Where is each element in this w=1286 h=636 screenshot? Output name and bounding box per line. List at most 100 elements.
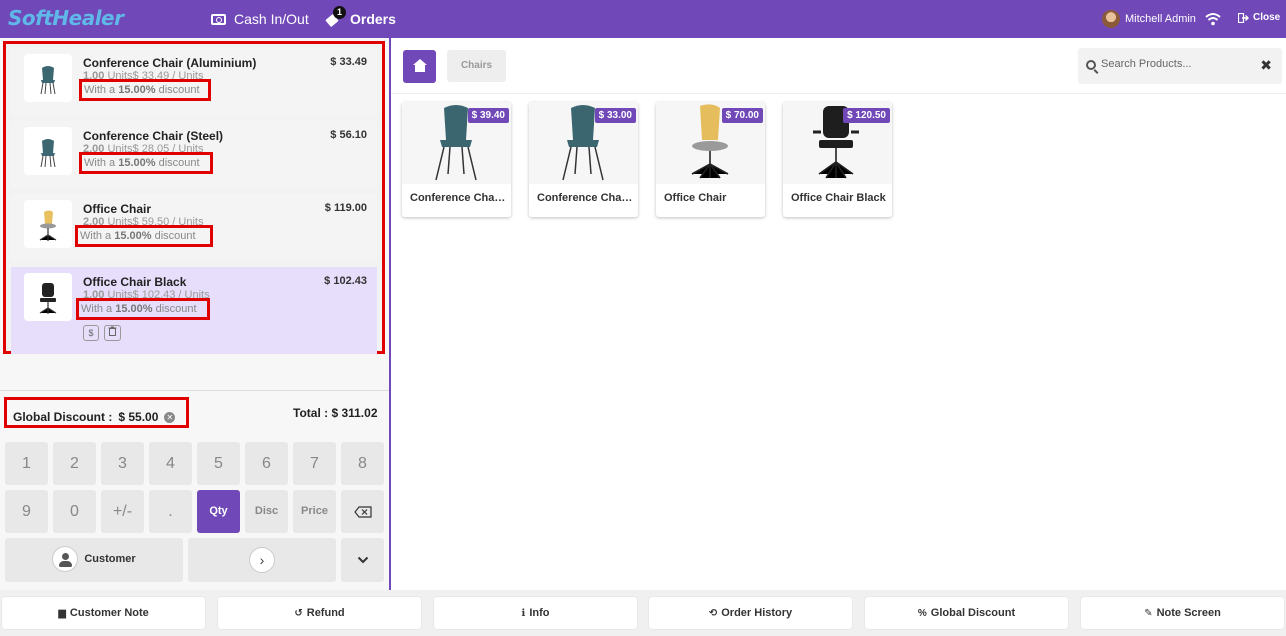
product-name: Office Chair (664, 192, 727, 204)
line-discount: With a 15.00% discount (79, 152, 213, 174)
line-price-button[interactable]: $ (83, 325, 99, 341)
numpad-key-3[interactable]: 3 (101, 442, 144, 485)
global-discount-display: Global Discount : $ 55.00 ✕ (4, 397, 189, 428)
numpad-key-plus-minus[interactable]: +/- (101, 490, 144, 533)
mode-qty-button[interactable]: Qty (197, 490, 240, 533)
close-label: Close (1253, 12, 1281, 23)
line-price: $ 56.10 (330, 129, 367, 141)
close-button[interactable]: Close (1238, 12, 1280, 23)
product-card[interactable]: $ 39.40 Conference Chair (Aluminium) (402, 102, 511, 217)
numpad-key-8[interactable]: 8 (341, 442, 384, 485)
wifi-icon (1205, 13, 1221, 26)
customer-note-button[interactable]: ▆ Customer Note (2, 597, 205, 629)
product-thumbnail (24, 273, 72, 321)
line-product-name: Conference Chair (Steel) (83, 129, 224, 143)
order-total: Total : $ 311.02 (293, 406, 378, 420)
line-discount: With a 15.00% discount (76, 298, 210, 320)
chevron-down-icon (357, 557, 368, 564)
cash-in-out-button[interactable]: Cash In/Out (211, 11, 309, 27)
numpad-key-7[interactable]: 7 (293, 442, 336, 485)
product-card[interactable]: $ 70.00 Office Chair (656, 102, 765, 217)
clear-search-icon[interactable]: ✖ (1260, 57, 1272, 74)
numpad-key-2[interactable]: 2 (53, 442, 96, 485)
order-line[interactable]: Conference Chair (Aluminium) $ 33.49 1.0… (11, 48, 377, 115)
product-price-tag: $ 70.00 (721, 108, 763, 123)
order-line[interactable]: Office Chair $ 119.00 2.00 Units$ 59.50 … (11, 194, 377, 261)
global-discount-button[interactable]: % Global Discount (865, 597, 1068, 629)
order-line[interactable]: Conference Chair (Steel) $ 56.10 2.00 Un… (11, 121, 377, 188)
line-delete-button[interactable] (104, 325, 121, 341)
order-line-selected[interactable]: Office Chair Black $ 102.43 1.00 Units$ … (11, 267, 377, 354)
backspace-button[interactable] (341, 490, 384, 533)
next-button[interactable]: › (188, 538, 336, 582)
line-price: $ 33.49 (330, 56, 367, 68)
cash-in-out-label: Cash In/Out (234, 11, 309, 27)
product-name: Conference Chair (Steel) (537, 192, 633, 204)
user-menu[interactable]: Mitchell Admin (1102, 10, 1196, 28)
sign-out-icon (1238, 12, 1249, 23)
line-price: $ 102.43 (324, 275, 367, 287)
info-button[interactable]: ℹ Info (434, 597, 637, 629)
product-thumbnail (24, 127, 72, 175)
product-screen: Chairs ✖ $ 39.40 Conference Chair (Alumi… (391, 38, 1286, 590)
edit-icon: ✎ (1144, 608, 1153, 619)
category-chairs-button[interactable]: Chairs (447, 50, 506, 82)
numpad-key-4[interactable]: 4 (149, 442, 192, 485)
top-bar: SoftHealer Cash In/Out 1 Orders Mitchell… (0, 0, 1286, 38)
product-thumbnail (24, 54, 72, 102)
search-input[interactable] (1101, 58, 1251, 70)
product-search: ✖ (1078, 48, 1282, 84)
trash-icon (108, 326, 117, 336)
ticket-icon: 1 (325, 6, 346, 28)
line-discount: With a 15.00% discount (79, 79, 211, 101)
orders-label: Orders (350, 11, 396, 27)
user-icon (52, 546, 79, 573)
line-product-name: Conference Chair (Aluminium) (83, 56, 257, 70)
line-product-name: Office Chair Black (83, 275, 187, 289)
softhealer-logo: SoftHealer (8, 6, 124, 30)
product-card[interactable]: $ 120.50 Office Chair Black (783, 102, 892, 217)
backspace-icon (353, 506, 372, 518)
numpad-key-1[interactable]: 1 (5, 442, 48, 485)
refund-button[interactable]: ↺ Refund (218, 597, 421, 629)
percent-icon: % (917, 608, 927, 619)
product-name: Conference Chair (Aluminium) (410, 192, 506, 204)
orders-count-badge: 1 (333, 6, 346, 19)
global-discount-value: $ 55.00 (118, 410, 159, 424)
note-icon: ▆ (58, 608, 66, 619)
orders-button[interactable]: 1 Orders (325, 6, 396, 28)
order-summary: Global Discount : $ 55.00 ✕ Total : $ 31… (0, 390, 389, 430)
more-button[interactable] (341, 538, 384, 582)
line-price: $ 119.00 (324, 202, 367, 214)
chevron-right-icon: › (249, 546, 275, 573)
customer-label: Customer (84, 553, 136, 565)
product-price-tag: $ 120.50 (843, 108, 890, 123)
product-thumbnail (24, 200, 72, 248)
numpad-key-9[interactable]: 9 (5, 490, 48, 533)
product-header: Chairs ✖ (391, 38, 1286, 94)
action-bar: ▆ Customer Note ↺ Refund ℹ Info ⟲ Order Hist… (0, 590, 1286, 636)
numpad-key-5[interactable]: 5 (197, 442, 240, 485)
numpad-key-decimal[interactable]: . (149, 490, 192, 533)
product-name: Office Chair Black (791, 192, 886, 204)
numpad-key-6[interactable]: 6 (245, 442, 288, 485)
global-discount-label: Global Discount : (13, 410, 113, 424)
avatar (1102, 10, 1120, 28)
product-price-tag: $ 39.40 (467, 108, 509, 123)
note-screen-button[interactable]: ✎ Note Screen (1081, 597, 1284, 629)
undo-icon: ↺ (294, 608, 303, 619)
mode-disc-button[interactable]: Disc (245, 490, 288, 533)
numpad-key-0[interactable]: 0 (53, 490, 96, 533)
remove-discount-icon[interactable]: ✕ (164, 411, 176, 423)
line-discount: With a 15.00% discount (75, 225, 213, 247)
product-card[interactable]: $ 33.00 Conference Chair (Steel) (529, 102, 638, 217)
home-category-button[interactable] (403, 50, 436, 83)
customer-button[interactable]: Customer (5, 538, 183, 582)
mode-price-button[interactable]: Price (293, 490, 336, 533)
history-icon: ⟲ (708, 608, 718, 619)
search-icon (1086, 60, 1096, 70)
order-lines-list: Conference Chair (Aluminium) $ 33.49 1.0… (3, 41, 385, 354)
info-icon: ℹ (521, 608, 526, 619)
line-product-name: Office Chair (83, 202, 152, 216)
order-history-button[interactable]: ⟲ Order History (649, 597, 852, 629)
